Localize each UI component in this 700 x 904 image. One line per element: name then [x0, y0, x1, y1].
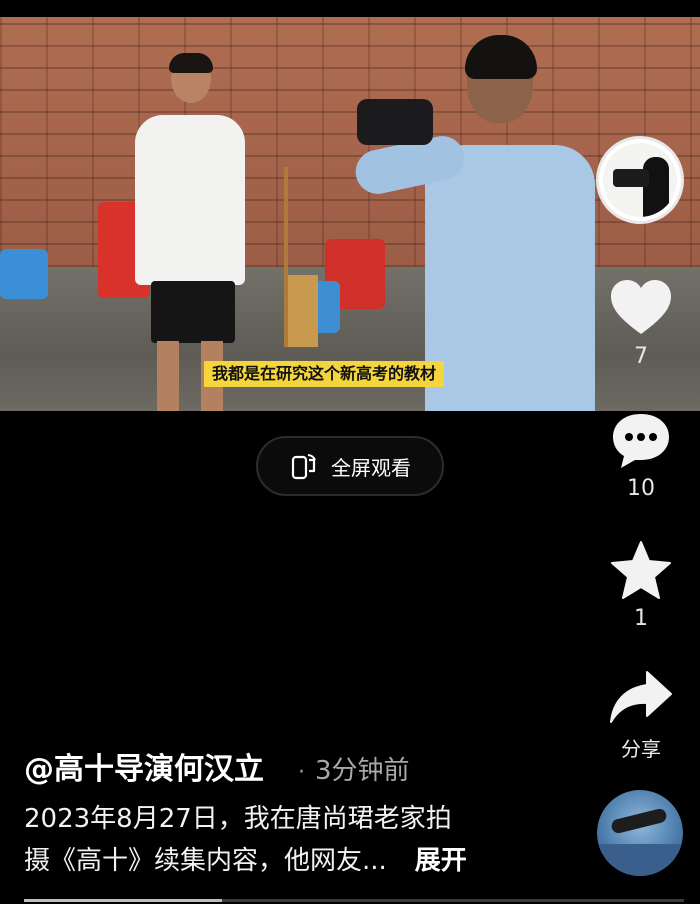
- post-description: 2023年8月27日，我在唐尚珺老家拍 摄《高十》续集内容，他网友... 展开: [24, 798, 584, 882]
- post-meta: @高十导演何汉立 · 3分钟前: [24, 744, 410, 788]
- description-line-1: 2023年8月27日，我在唐尚珺老家拍: [24, 804, 452, 834]
- favorite-count: 1: [634, 606, 648, 631]
- expand-button[interactable]: 展开: [415, 846, 467, 876]
- music-disc-avatar[interactable]: [597, 790, 683, 876]
- camera-icon: [357, 99, 433, 145]
- author-name-link[interactable]: @高十导演何汉立: [24, 744, 264, 788]
- star-icon: [611, 541, 671, 599]
- share-arrow-icon: [610, 671, 672, 723]
- fullscreen-label: 全屏观看: [331, 455, 411, 480]
- author-avatar[interactable]: [596, 136, 684, 224]
- description-line-2: 摄《高十》续集内容，他网友...: [24, 846, 387, 876]
- blue-stool: [0, 249, 48, 299]
- like-button[interactable]: [596, 278, 686, 338]
- like-count: 7: [634, 344, 648, 369]
- interviewee-figure: [135, 53, 245, 411]
- share-label: 分享: [621, 737, 661, 761]
- post-time: 3分钟前: [315, 756, 410, 786]
- video-player[interactable]: 我都是在研究这个新高考的教材: [0, 17, 700, 411]
- playback-progress-bar[interactable]: [24, 899, 684, 902]
- meta-separator: ·: [298, 760, 305, 785]
- comment-button[interactable]: [596, 410, 686, 470]
- heart-icon: [611, 280, 671, 334]
- share-button[interactable]: [596, 670, 686, 724]
- chat-bubble-icon: [613, 414, 669, 468]
- broom: [284, 167, 318, 347]
- cameraman-figure: [351, 35, 595, 411]
- fullscreen-button[interactable]: 全屏观看: [256, 436, 444, 496]
- comment-count: 10: [627, 476, 655, 501]
- favorite-button[interactable]: [596, 540, 686, 600]
- playback-progress-fill: [24, 899, 222, 902]
- video-subtitle: 我都是在研究这个新高考的教材: [204, 361, 445, 387]
- rotate-screen-icon: [291, 454, 316, 480]
